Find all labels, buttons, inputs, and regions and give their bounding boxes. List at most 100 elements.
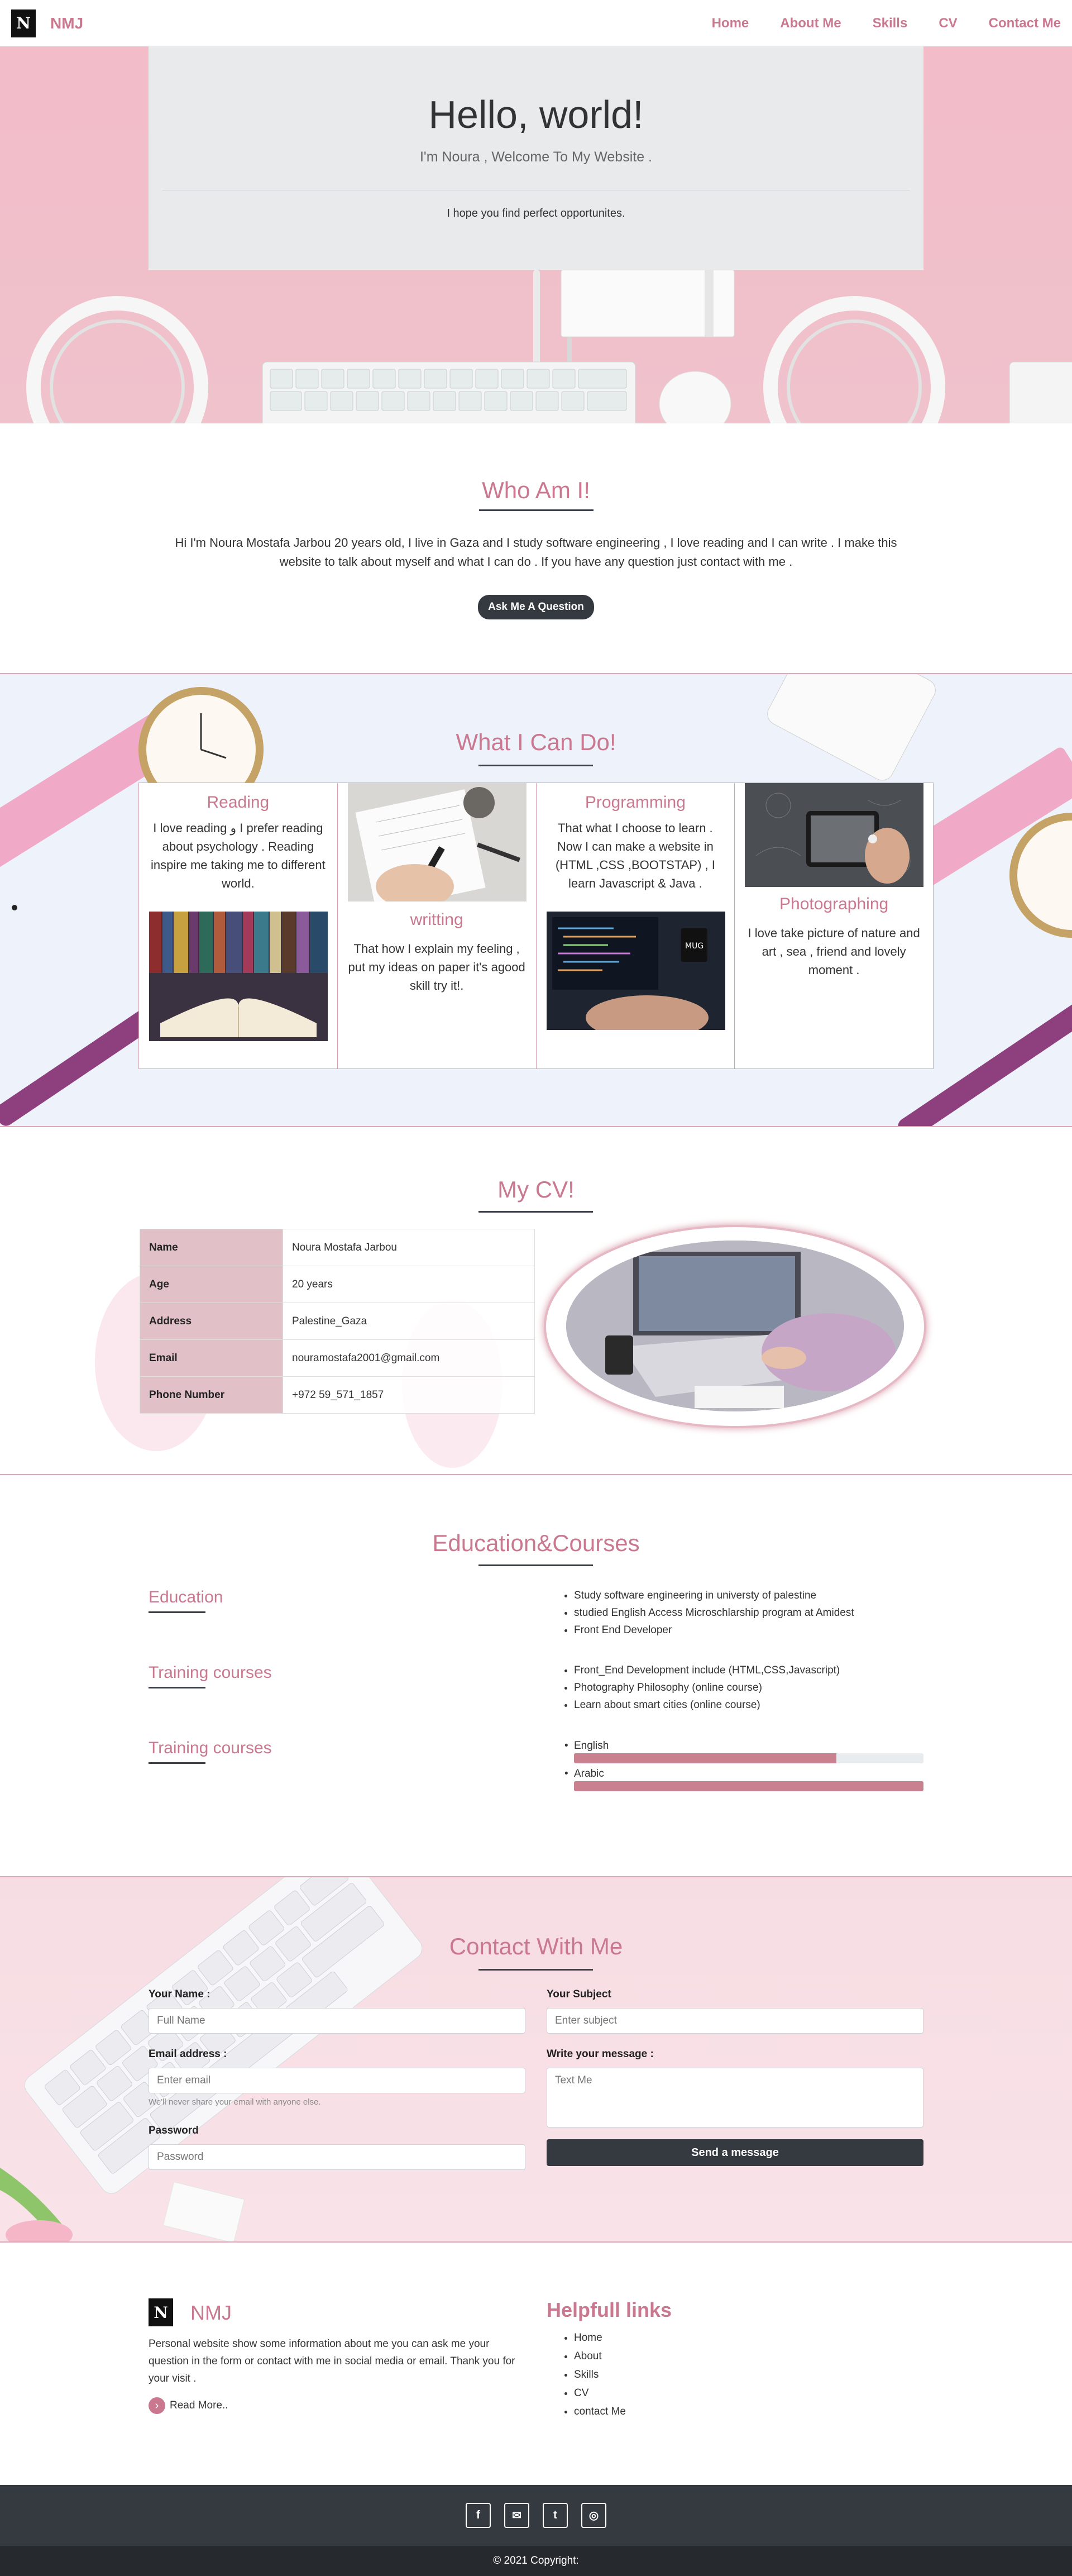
cv-key: Age [140, 1266, 283, 1303]
edu-list: Study software engineering in universty … [564, 1587, 854, 1639]
edu-label-text: Education [149, 1588, 223, 1606]
cv-key: Address [140, 1303, 283, 1340]
cv-title-underline [478, 1211, 593, 1213]
twitter-glyph: t [553, 2509, 557, 2521]
twitter-icon[interactable]: t [543, 2503, 568, 2528]
list-item: Front_End Development include (HTML,CSS,… [574, 1662, 840, 1679]
cv-photo-frame [544, 1225, 926, 1428]
navbar: N NMJ Home About Me Skills CV Contact Me [0, 0, 1072, 46]
read-more-label: Read More.. [170, 2400, 228, 2411]
edu-label-underline [149, 1762, 205, 1764]
logo-letter: N [154, 2303, 168, 2322]
contact-section: Contact With Me Your Name : Email addres… [0, 1877, 1072, 2243]
cv-value: nouramostafa2001@gmail.com [283, 1339, 535, 1377]
nav-contact[interactable]: Contact Me [989, 16, 1061, 31]
language-progress-fill [574, 1753, 836, 1763]
table-row: Address Palestine_Gaza [140, 1303, 535, 1340]
cv-key: Email [140, 1339, 283, 1377]
skill-title: Reading [207, 793, 270, 812]
hero-subtext: I hope you find perfect opportunites. [447, 207, 625, 220]
logo-icon[interactable]: N [11, 9, 36, 37]
password-input[interactable] [149, 2144, 525, 2170]
cv-title: My CV! [497, 1176, 575, 1203]
table-row: Age 20 years [140, 1266, 535, 1303]
cv-key: Name [140, 1229, 283, 1266]
nav-skills[interactable]: Skills [873, 16, 908, 31]
language-progress-fill [574, 1781, 923, 1791]
nav-links: Home About Me Skills CV Contact Me [681, 16, 1061, 31]
laptop-photo: MUG [546, 912, 725, 1030]
footer-link-skills[interactable]: Skills [574, 2365, 626, 2384]
cv-section: My CV! Name Noura Mostafa Jarbou Age 20 ye… [0, 1127, 1072, 1475]
ask-question-button[interactable]: Ask Me A Question [478, 595, 594, 619]
edu-group-label: Education [149, 1588, 223, 1613]
svg-text:MUG: MUG [685, 942, 704, 951]
footer-link-cv[interactable]: CV [574, 2384, 626, 2402]
cv-value: Noura Mostafa Jarbou [283, 1229, 535, 1266]
subject-label: Your Subject [547, 1988, 611, 2000]
helpful-links-title: Helpfull links [547, 2298, 672, 2321]
hero-section: Hello, world! I'm Noura , Welcome To My … [0, 46, 1072, 423]
about-text: Hi I'm Noura Mostafa Jarbou 20 years old… [175, 536, 897, 569]
about-title-underline [478, 509, 594, 511]
camera-phone-photo [745, 783, 924, 887]
footer-link-contact[interactable]: contact Me [574, 2402, 626, 2421]
language-progress-bar [574, 1753, 923, 1763]
name-label: Your Name : [149, 1988, 210, 2000]
send-message-button[interactable]: Send a message [547, 2139, 923, 2166]
envelope-icon[interactable]: ✉ [504, 2503, 529, 2528]
email-input[interactable] [149, 2068, 525, 2093]
read-more-link[interactable]: › Read More.. [149, 2397, 228, 2414]
message-label: Write your message : [547, 2048, 654, 2060]
skill-title: writting [410, 910, 463, 929]
facebook-icon[interactable]: f [466, 2503, 491, 2528]
contact-title-underline [478, 1969, 593, 1971]
nav-cv[interactable]: CV [939, 16, 957, 31]
cv-table: Name Noura Mostafa Jarbou Age 20 years Add… [140, 1229, 535, 1414]
about-title: Who Am I! [482, 477, 590, 503]
name-input[interactable] [149, 2008, 525, 2034]
skill-text: I love reading و I prefer reading about … [151, 821, 326, 890]
skills-title: What I Can Do! [456, 729, 616, 755]
email-label: Email address : [149, 2048, 227, 2060]
footer-brand-name: NMJ [190, 2301, 232, 2324]
nav-about[interactable]: About Me [780, 16, 841, 31]
skill-card-programming: Programming That what I choose to learn … [537, 783, 735, 1068]
brand-name[interactable]: NMJ [50, 15, 83, 32]
edu-list: Front_End Development include (HTML,CSS,… [564, 1662, 840, 1714]
message-textarea[interactable] [547, 2068, 923, 2127]
password-label: Password [149, 2125, 199, 2136]
cv-value: 20 years [283, 1266, 535, 1303]
footer-link-home[interactable]: Home [574, 2329, 626, 2347]
footer-logo-icon: N [149, 2298, 173, 2326]
education-section: Education&Courses Education Study softwa… [0, 1475, 1072, 1877]
list-item: Front End Developer [574, 1621, 854, 1639]
language-name: English [564, 1740, 923, 1752]
edu-label-underline [149, 1611, 205, 1613]
language-arabic: Arabic [564, 1768, 923, 1791]
skill-card-reading: Reading I love reading و I prefer readin… [139, 783, 338, 1068]
skill-card-photographing: Photographing I love take picture of nat… [735, 783, 933, 1068]
writing-photo [347, 783, 527, 901]
contact-title: Contact With Me [449, 1933, 623, 1959]
edu-group-label: Training courses [149, 1663, 272, 1688]
edu-label-underline [149, 1687, 205, 1688]
table-row: Phone Number +972 59_571_1857 [140, 1376, 535, 1414]
list-item: Photography Philosophy (online course) [574, 1679, 840, 1696]
edu-label-text: Training courses [149, 1739, 272, 1757]
copyright: © 2021 Copyright: [0, 2546, 1072, 2576]
footer-description: Personal website show some information a… [149, 2338, 515, 2384]
skill-text: That what I choose to learn . Now I can … [555, 821, 715, 890]
cv-value: Palestine_Gaza [283, 1303, 535, 1340]
education-title-underline [478, 1564, 593, 1566]
language-progress-bar [574, 1781, 923, 1791]
footer-link-about[interactable]: About [574, 2347, 626, 2365]
nav-home[interactable]: Home [712, 16, 749, 31]
logo-letter: N [16, 14, 31, 32]
footer-info: N NMJ Personal website show some informa… [0, 2243, 1072, 2485]
subject-input[interactable] [547, 2008, 923, 2034]
language-english: English [564, 1740, 923, 1763]
instagram-icon[interactable]: ◎ [581, 2503, 606, 2528]
list-item: Study software engineering in universty … [574, 1587, 854, 1604]
skill-text: I love take picture of nature and art , … [748, 926, 920, 977]
